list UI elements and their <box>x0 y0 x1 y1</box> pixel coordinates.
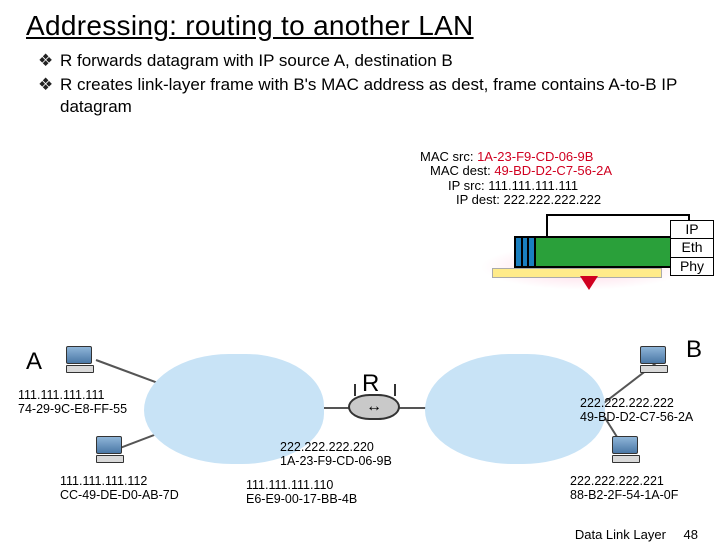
mac-dest-value: 49-BD-D2-C7-56-2A <box>494 163 612 178</box>
ip-value: 222.222.222.221 <box>570 474 678 488</box>
ip-value: 222.222.222.220 <box>280 440 392 454</box>
phy-segment-box <box>492 268 662 278</box>
wires <box>0 310 720 550</box>
packet-headers: MAC src: 1A-23-F9-CD-06-9B MAC dest: 49-… <box>420 150 612 207</box>
slide-title: Addressing: routing to another LAN <box>26 10 720 42</box>
layer-eth: Eth <box>670 238 714 257</box>
lan-right-cloud <box>425 354 605 464</box>
bullet-list: ❖R forwards datagram with IP source A, d… <box>38 50 690 117</box>
addr-host-c: 111.111.111.112 CC-49-DE-D0-AB-7D <box>60 474 179 503</box>
network-diagram: A B R 111.111.111.111 74-29-9C-E8-FF-55 … <box>0 310 720 550</box>
ip-src-value: 111.111.111.111 <box>488 178 578 193</box>
packet-diagram: IP Eth Phy <box>420 214 690 319</box>
host-d-icon <box>612 436 644 464</box>
ip-value: 111.111.111.112 <box>60 474 179 488</box>
label-a: A <box>26 348 42 376</box>
addr-router-left: 111.111.111.110 E6-E9-00-17-BB-4B <box>246 478 357 507</box>
mac-dest-label: MAC dest: <box>430 163 491 178</box>
layer-ip: IP <box>670 220 714 239</box>
mac-value: CC-49-DE-D0-AB-7D <box>60 488 179 502</box>
addr-host-a: 111.111.111.111 74-29-9C-E8-FF-55 <box>18 388 127 417</box>
mac-value: 49-BD-D2-C7-56-2A <box>580 410 693 424</box>
router-icon <box>348 394 400 420</box>
ip-value: 222.222.222.222 <box>580 396 693 410</box>
eth-segment-box <box>530 236 674 268</box>
host-b-icon <box>640 346 672 374</box>
label-b: B <box>686 336 702 364</box>
ip-value: 111.111.111.111 <box>18 388 127 402</box>
bullet-marker: ❖ <box>38 74 60 117</box>
ip-src-label: IP src: <box>448 178 485 193</box>
addr-host-f: 222.222.222.221 88-B2-2F-54-1A-0F <box>570 474 678 503</box>
down-arrow-icon <box>580 276 598 290</box>
mac-value: 1A-23-F9-CD-06-9B <box>280 454 392 468</box>
mac-value: 88-B2-2F-54-1A-0F <box>570 488 678 502</box>
mac-src-value: 1A-23-F9-CD-06-9B <box>477 149 593 164</box>
host-c-icon <box>96 436 128 464</box>
mac-value: E6-E9-00-17-BB-4B <box>246 492 357 506</box>
addr-router-right: 222.222.222.220 1A-23-F9-CD-06-9B <box>280 440 392 469</box>
bullet-text: R creates link-layer frame with B's MAC … <box>60 74 690 117</box>
ip-dest-label: IP dest: <box>456 192 500 207</box>
ip-dest-value: 222.222.222.222 <box>503 192 601 207</box>
mac-value: 74-29-9C-E8-FF-55 <box>18 402 127 416</box>
addr-host-b: 222.222.222.222 49-BD-D2-C7-56-2A <box>580 396 693 425</box>
host-a-icon <box>66 346 98 374</box>
bullet-marker: ❖ <box>38 50 60 71</box>
layer-phy: Phy <box>670 257 714 276</box>
bullet-text: R forwards datagram with IP source A, de… <box>60 50 690 71</box>
layer-stack: IP Eth Phy <box>670 220 714 275</box>
mac-src-label: MAC src: <box>420 149 473 164</box>
ip-value: 111.111.111.110 <box>246 478 357 492</box>
eth-header-bars <box>514 236 534 268</box>
